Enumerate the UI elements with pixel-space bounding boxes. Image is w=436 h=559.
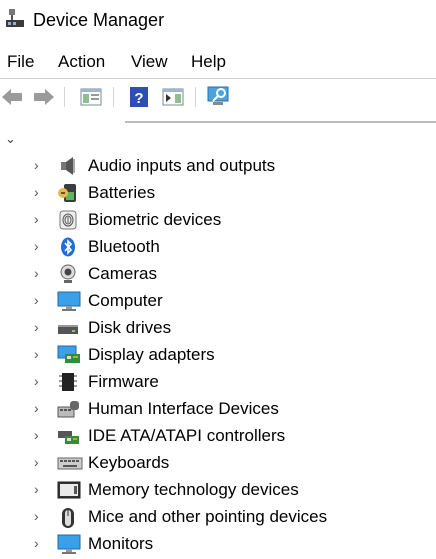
toolbar: ?	[0, 78, 436, 115]
tree-item-batteries[interactable]: › Batteries	[0, 180, 436, 207]
tree-item-label: Firmware	[88, 372, 159, 391]
chevron-right-icon[interactable]: ›	[34, 535, 39, 551]
device-manager-icon	[6, 9, 24, 29]
tree-item-keyboards[interactable]: › Keyboards	[0, 450, 436, 477]
chevron-right-icon[interactable]: ›	[34, 157, 39, 173]
tree-item-memory-technology[interactable]: › Memory technology devices	[0, 477, 436, 504]
tree-item-label: Disk drives	[88, 318, 172, 337]
chevron-right-icon[interactable]: ›	[34, 238, 39, 254]
chevron-right-icon[interactable]: ›	[34, 481, 39, 497]
properties-pane-icon[interactable]	[161, 85, 185, 109]
chevron-right-icon[interactable]: ›	[34, 400, 39, 416]
menu-view[interactable]: View	[131, 52, 168, 72]
tree-item-biometric[interactable]: › Biometric devices	[0, 207, 436, 234]
hid-icon	[57, 399, 79, 419]
tree-item-hid[interactable]: › Human Interface Devices	[0, 396, 436, 423]
toolbar-separator	[64, 87, 65, 107]
svg-text:?: ?	[134, 90, 143, 107]
display-adapter-icon	[57, 345, 80, 365]
mouse-icon	[57, 507, 79, 528]
tree-item-cameras[interactable]: › Cameras	[0, 261, 436, 288]
tree-item-label: Human Interface Devices	[88, 399, 279, 418]
tree-item-monitors[interactable]: › Monitors	[0, 531, 436, 558]
battery-icon	[57, 183, 79, 203]
tree-item-label: Biometric devices	[88, 210, 222, 229]
chip-icon	[57, 372, 79, 392]
chevron-right-icon[interactable]: ›	[34, 427, 39, 443]
monitor-icon	[57, 534, 81, 554]
scan-hardware-icon[interactable]	[207, 85, 231, 109]
fingerprint-icon	[57, 210, 79, 230]
ide-controller-icon	[57, 426, 79, 446]
tree-item-audio[interactable]: › Audio inputs and outputs	[0, 153, 436, 180]
console-tree-icon[interactable]	[79, 85, 103, 109]
tree-item-label: Keyboards	[88, 453, 170, 472]
tree-item-label: Computer	[88, 291, 163, 310]
memory-card-icon	[57, 480, 81, 500]
tree-item-display-adapters[interactable]: › Display adapters	[0, 342, 436, 369]
tree-item-bluetooth[interactable]: › Bluetooth	[0, 234, 436, 261]
tree-item-label: Display adapters	[88, 345, 215, 364]
bluetooth-icon	[57, 237, 79, 257]
tree-item-disk-drives[interactable]: › Disk drives	[0, 315, 436, 342]
menu-action[interactable]: Action	[58, 52, 105, 72]
toolbar-separator	[195, 87, 196, 107]
chevron-right-icon[interactable]: ›	[34, 319, 39, 335]
tree-item-firmware[interactable]: › Firmware	[0, 369, 436, 396]
forward-arrow-icon[interactable]	[32, 85, 56, 109]
chevron-right-icon[interactable]: ›	[34, 184, 39, 200]
chevron-right-icon[interactable]: ›	[34, 373, 39, 389]
chevron-right-icon[interactable]: ›	[34, 454, 39, 470]
tree-item-mice[interactable]: › Mice and other pointing devices	[0, 504, 436, 531]
chevron-right-icon[interactable]: ›	[34, 292, 39, 308]
menu-file[interactable]: File	[7, 52, 34, 72]
tree-item-label: Monitors	[88, 534, 154, 553]
toolbar-divider	[125, 121, 436, 123]
tree-item-label: Bluetooth	[88, 237, 160, 256]
tree-item-ide-controllers[interactable]: › IDE ATA/ATAPI controllers	[0, 423, 436, 450]
help-icon[interactable]: ?	[127, 85, 151, 109]
back-arrow-icon[interactable]	[0, 85, 24, 109]
tree-item-label: Batteries	[88, 183, 156, 202]
title-bar: Device Manager	[0, 0, 436, 40]
webcam-icon	[57, 264, 79, 284]
menu-bar: File Action View Help	[0, 48, 436, 76]
tree-item-label: Cameras	[88, 264, 157, 283]
monitor-icon	[57, 291, 81, 311]
chevron-right-icon[interactable]: ›	[34, 211, 39, 227]
menu-help[interactable]: Help	[191, 52, 226, 72]
window-title: Device Manager	[33, 10, 165, 30]
tree-item-label: IDE ATA/ATAPI controllers	[88, 426, 286, 445]
tree-item-label: Memory technology devices	[88, 480, 299, 499]
tree-item-computer[interactable]: › Computer	[0, 288, 436, 315]
root-node-expand-chevron-icon[interactable]: ⌄	[5, 131, 16, 147]
chevron-right-icon[interactable]: ›	[34, 346, 39, 362]
chevron-right-icon[interactable]: ›	[34, 265, 39, 281]
disk-drive-icon	[57, 318, 79, 338]
tree-item-label: Audio inputs and outputs	[88, 156, 276, 175]
keyboard-icon	[57, 453, 83, 473]
speaker-icon	[57, 156, 79, 176]
tree-item-label: Mice and other pointing devices	[88, 507, 328, 526]
chevron-right-icon[interactable]: ›	[34, 508, 39, 524]
toolbar-separator	[113, 87, 114, 107]
